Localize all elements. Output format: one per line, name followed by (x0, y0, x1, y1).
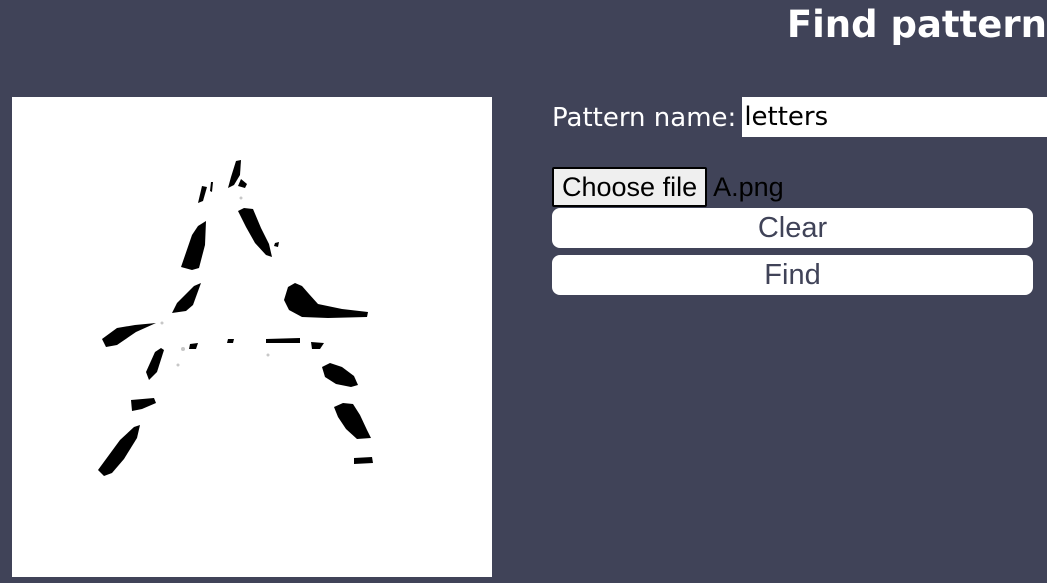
selected-file-name: A.png (713, 171, 784, 202)
drawing-canvas[interactable] (12, 97, 492, 577)
choose-file-button[interactable]: Choose file (552, 167, 708, 207)
pattern-name-label: Pattern name: (552, 103, 737, 133)
pattern-name-input[interactable] (742, 97, 1047, 137)
clear-button[interactable]: Clear (552, 208, 1033, 248)
file-chooser: Choose file A.png (552, 167, 1033, 207)
page-title: Find pattern (786, 3, 1047, 46)
pattern-name-row: Pattern name: (552, 97, 1047, 137)
drawn-letter-image (98, 160, 373, 476)
pattern-form: Pattern name: Choose file A.png Clear Fi… (552, 97, 1047, 295)
find-pattern-page: Find pattern Pattern name: letters Choos… (0, 0, 1047, 583)
find-button[interactable]: Find (552, 255, 1033, 295)
